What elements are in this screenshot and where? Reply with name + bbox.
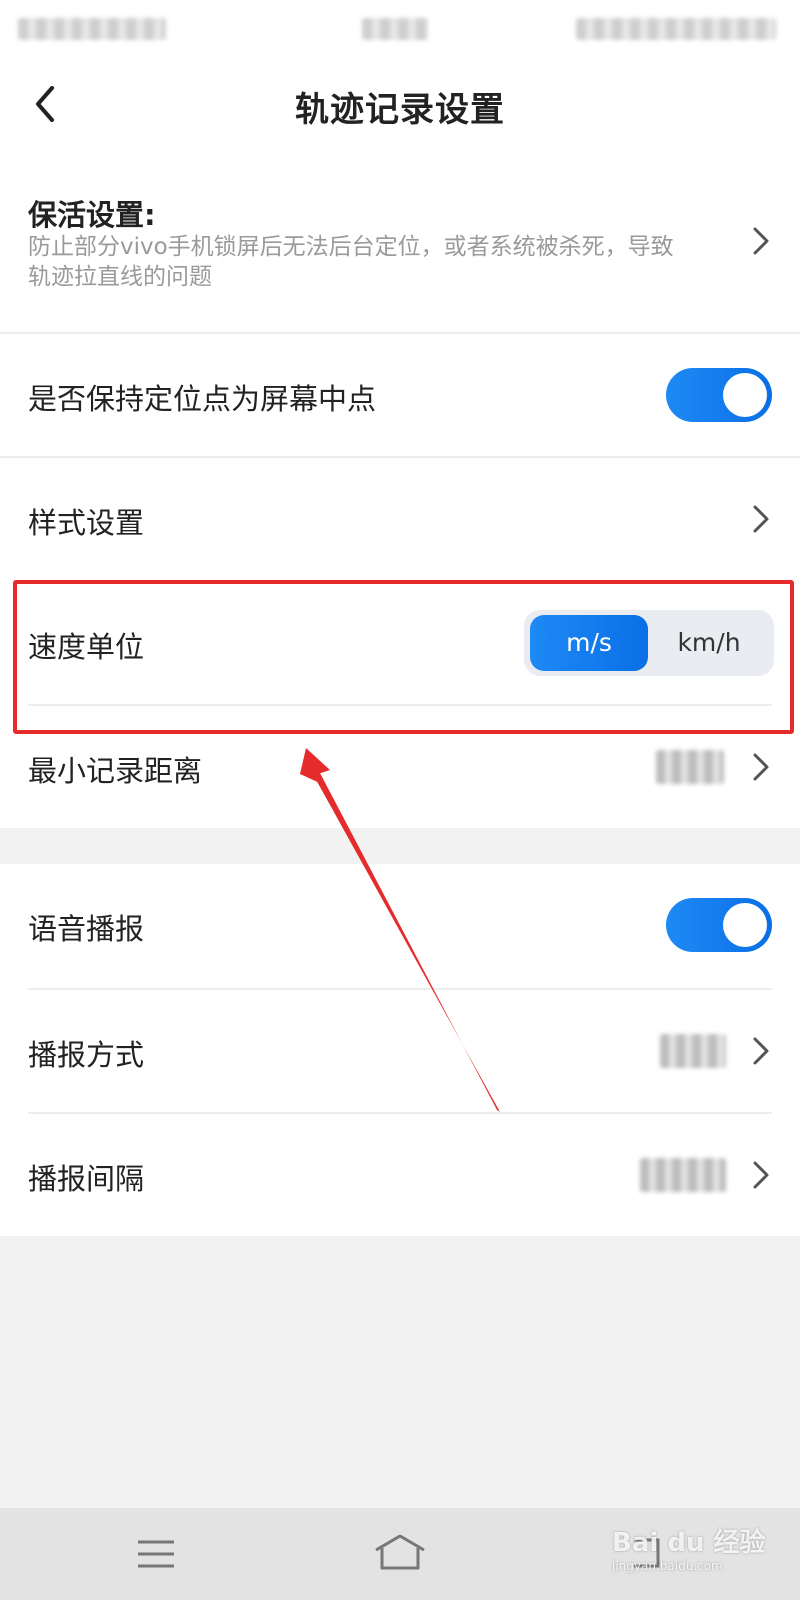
chevron-right-icon [753,1161,769,1189]
chevron-right-icon [753,753,769,781]
status-signal-blurred [18,18,166,40]
setting-keep-center-label: 是否保持定位点为屏幕中点 [28,382,377,416]
header: 轨迹记录设置 [0,56,800,152]
status-time-blurred [362,18,428,40]
setting-voice: 语音播报 [0,864,800,988]
setting-voice-label: 语音播报 [28,912,145,946]
toggle-knob [723,903,767,947]
min-distance-value-blurred [656,750,724,784]
setting-speed-unit: 速度单位 m/s km/h [0,582,800,704]
watermark-sub: jingyan.baidu.com [612,1559,723,1573]
setting-broadcast-interval-label: 播报间隔 [28,1162,145,1196]
broadcast-interval-value-blurred [640,1158,726,1192]
setting-style-label: 样式设置 [28,506,145,540]
toggle-knob [723,373,767,417]
speed-unit-option-ms[interactable]: m/s [530,615,648,671]
settings-section-voice: 语音播报 播报方式 播报间隔 [0,864,800,1236]
setting-keep-alive-description: 防止部分vivo手机锁屏后无法后台定位，或者系统被杀死，导致轨迹拉直线的问题 [28,234,674,290]
setting-style[interactable]: 样式设置 [0,458,800,580]
broadcast-mode-value-blurred [660,1034,726,1068]
setting-broadcast-mode[interactable]: 播报方式 [0,990,800,1112]
watermark-text: Bai du 经验 [612,1528,766,1558]
chevron-right-icon [753,227,769,255]
menu-icon[interactable] [136,1534,176,1574]
watermark: Bai du 经验 jingyan.baidu.com [612,1522,766,1573]
settings-section-primary: 保活设置: 防止部分vivo手机锁屏后无法后台定位，或者系统被杀死，导致轨迹拉直… [0,152,800,828]
setting-broadcast-interval[interactable]: 播报间隔 [0,1114,800,1236]
setting-broadcast-mode-label: 播报方式 [28,1038,145,1072]
status-bar [0,0,800,56]
home-icon[interactable] [372,1532,428,1572]
voice-toggle[interactable] [666,898,772,952]
setting-keep-alive[interactable]: 保活设置: 防止部分vivo手机锁屏后无法后台定位，或者系统被杀死，导致轨迹拉直… [0,152,800,332]
setting-min-distance[interactable]: 最小记录距离 [0,706,800,828]
keep-center-toggle[interactable] [666,368,772,422]
speed-unit-segmented-control: m/s km/h [524,610,774,676]
setting-speed-unit-label: 速度单位 [28,630,145,664]
page-title: 轨迹记录设置 [295,90,505,130]
chevron-right-icon [753,1037,769,1065]
setting-keep-center: 是否保持定位点为屏幕中点 [0,334,800,456]
chevron-right-icon [753,505,769,533]
speed-unit-option-kmh[interactable]: km/h [650,615,768,671]
setting-min-distance-label: 最小记录距离 [28,754,203,788]
status-battery-blurred [576,18,776,40]
setting-keep-alive-label: 保活设置: [28,198,156,232]
